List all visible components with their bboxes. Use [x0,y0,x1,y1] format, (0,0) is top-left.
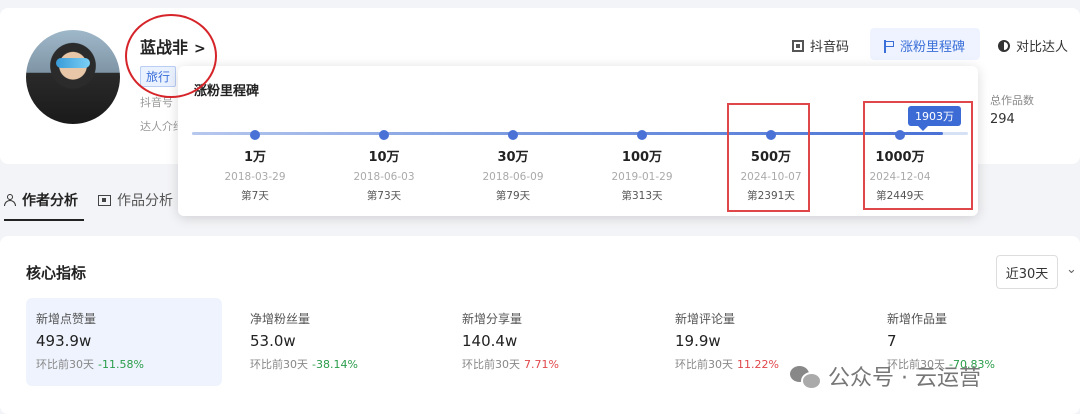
fan-milestone-button[interactable]: 涨粉里程碑 [884,36,965,55]
metric-compare: 环比前30天 11.22% [675,356,779,372]
metric-compare: 环比前30天 7.71% [462,356,559,372]
annotation-box-500w [727,103,810,212]
metric-change: -38.14% [312,358,358,371]
watermark-text: 公众号 · 云运营 [828,366,981,391]
tab-author-analysis[interactable]: 作者分析 [4,190,78,210]
avatar[interactable] [26,30,120,124]
chevron-down-icon[interactable]: ⌄ [1066,262,1077,277]
watermark: 公众号 · 云运营 [790,360,981,392]
milestone-item: 1万 2018-03-29 第7天 [195,146,315,203]
tab-works-analysis[interactable]: 作品分析 [98,190,173,210]
tab-works-analysis-label: 作品分析 [117,193,173,209]
metric-compare-prefix: 环比前30天 [36,358,94,371]
compare-creator-button[interactable]: 对比达人 [998,36,1068,55]
milestone-day: 第7天 [241,190,269,202]
metric-label: 新增点赞量 [36,312,97,326]
tab-author-analysis-label: 作者分析 [22,193,78,209]
milestone-date: 2018-03-29 [224,171,286,183]
milestone-track [192,129,968,140]
milestone-value: 10万 [368,150,400,165]
core-metrics-title: 核心指标 [26,264,87,282]
metric-value: 493.9w [36,332,92,350]
total-works-label: 总作品数 [990,94,1034,107]
metric-label: 新增作品量 [887,312,948,326]
milestone-progress-fill [192,132,944,135]
metric-card[interactable]: 净增粉丝量 53.0w 环比前30天 -38.14% [240,298,436,386]
total-works-value: 294 [990,112,1015,127]
compare-label: 对比达人 [1016,40,1069,55]
milestone-date: 2019-01-29 [611,171,673,183]
milestone-value: 100万 [621,150,663,165]
active-tab-underline [4,219,84,221]
date-range-select[interactable]: 近30天 [996,255,1058,289]
metric-label: 新增分享量 [462,312,523,326]
metric-value: 19.9w [675,332,721,350]
film-icon [98,194,111,206]
metric-label: 净增粉丝量 [250,312,311,326]
douyin-code-label: 抖音码 [810,40,850,55]
compare-icon [998,39,1010,52]
annotation-circle-name [125,14,217,98]
metric-change: 7.71% [524,358,559,371]
metric-card[interactable]: 新增分享量 140.4w 环比前30天 7.71% [452,298,648,386]
metric-compare-prefix: 环比前30天 [675,358,733,371]
milestone-dot [508,129,518,140]
milestone-value: 1万 [243,150,267,165]
metric-compare-prefix: 环比前30天 [462,358,520,371]
milestone-dot [637,129,647,140]
milestone-dot [379,129,389,140]
metric-compare: 环比前30天 -11.58% [36,356,144,372]
milestone-day: 第79天 [495,190,531,202]
metric-card[interactable]: 新增点赞量 493.9w 环比前30天 -11.58% [26,298,222,386]
milestone-date: 2018-06-03 [353,171,415,183]
metric-value: 140.4w [462,332,518,350]
milestone-item: 30万 2018-06-09 第79天 [453,146,573,203]
milestone-date: 2018-06-09 [482,171,544,183]
metric-compare: 环比前30天 -38.14% [250,356,358,372]
fan-milestone-popup: 涨粉里程碑 1903万 1万 2018-03-29 第7天 10万 2018-06-03… [178,66,978,216]
metric-change: -11.58% [98,358,144,371]
metric-value: 53.0w [250,332,296,350]
milestone-item: 100万 2019-01-29 第313天 [582,146,702,203]
milestone-item: 10万 2018-06-03 第73天 [324,146,444,203]
wechat-icon [790,364,822,390]
qr-code-icon [792,39,804,52]
metric-compare-prefix: 环比前30天 [250,358,308,371]
annotation-box-1000w [863,101,973,210]
milestone-day: 第313天 [621,190,663,202]
analysis-tabs: 作者分析 作品分析 [4,190,173,210]
milestone-dot [250,129,260,140]
flag-icon [884,39,894,53]
fan-milestone-label: 涨粉里程碑 [900,40,966,55]
user-icon [4,194,16,206]
milestone-day: 第73天 [366,190,402,202]
metric-change: 11.22% [737,358,779,371]
metric-value: 7 [887,332,897,350]
milestone-value: 30万 [497,150,529,165]
douyin-code-button[interactable]: 抖音码 [792,36,849,55]
metric-label: 新增评论量 [675,312,736,326]
